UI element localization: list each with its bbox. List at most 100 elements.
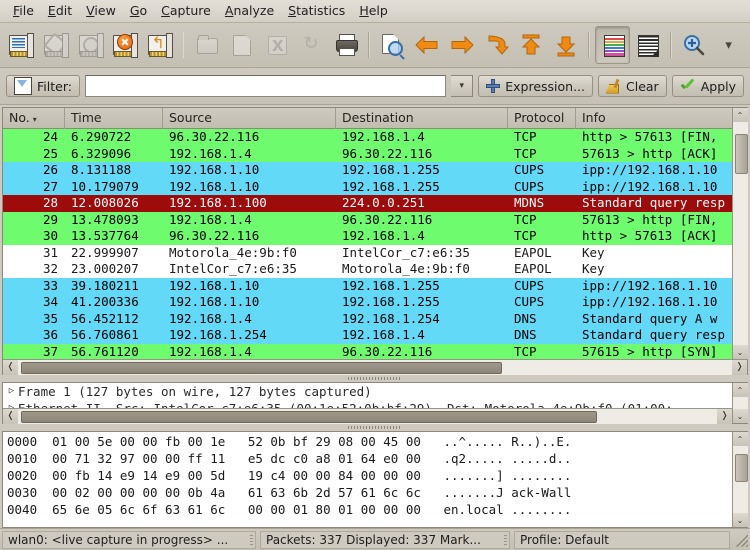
packet-details-vscrollbar[interactable]: ⌃ ⌄	[732, 383, 748, 423]
table-row[interactable]: 32 23.000207 IntelCor_c7:e6:35 Motorola_4e:…	[3, 261, 732, 278]
vscroll-track[interactable]	[732, 446, 748, 513]
table-row[interactable]: 29 13.478093 192.168.1.4 96.30.22.116 TCP 576…	[3, 211, 732, 228]
table-row[interactable]: 34 41.200336 192.168.1.10 192.168.1.255 CUPS…	[3, 294, 732, 311]
reload-file-button[interactable]: ↻	[294, 26, 329, 64]
column-header-source[interactable]: Source	[163, 108, 336, 129]
hscroll-track[interactable]	[18, 408, 717, 424]
scroll-right-button[interactable]: ❭	[717, 408, 732, 424]
start-capture-button[interactable]	[73, 26, 108, 64]
menu-item-go[interactable]: Go	[123, 1, 154, 21]
print-button[interactable]	[328, 26, 363, 64]
detail-row[interactable]: ▷ Frame 1 (127 bytes on wire, 127 bytes c…	[3, 383, 732, 400]
list-interfaces-button[interactable]	[4, 26, 39, 64]
status-capture-cell[interactable]: wlan0: <live capture in progress> ...	[2, 530, 256, 549]
packet-list-vscrollbar[interactable]: ⌃ ⌄	[732, 108, 748, 359]
scroll-up-button[interactable]: ⌃	[732, 383, 748, 397]
zoom-in-button[interactable]	[677, 26, 712, 64]
vscroll-thumb[interactable]	[734, 454, 748, 482]
filter-button[interactable]: Filter:	[6, 75, 80, 97]
filter-input[interactable]	[85, 76, 446, 96]
menu-item-analyze[interactable]: Analyze	[218, 1, 281, 21]
cell-destination: 96.30.22.116	[342, 343, 433, 359]
sort-indicator-icon: ▾	[32, 114, 37, 124]
vscroll-track[interactable]	[732, 397, 748, 409]
restart-capture-button[interactable]: ↰	[143, 26, 178, 64]
hscroll-track[interactable]	[18, 359, 732, 375]
menu-item-view[interactable]: View	[79, 1, 123, 21]
hexdump-row[interactable]: 0040 65 6e 05 6c 6f 63 61 6c 00 00 01 80…	[3, 501, 732, 518]
auto-scroll-live-button[interactable]	[630, 26, 665, 64]
menu-item-capture[interactable]: Capture	[154, 1, 218, 21]
column-header-protocol[interactable]: Protocol	[508, 108, 576, 129]
filter-input-wrap[interactable]	[84, 75, 447, 97]
go-forward-button[interactable]	[444, 26, 479, 64]
packet-list-hscrollbar[interactable]: ❬ ❭	[3, 359, 747, 375]
table-row[interactable]: 31 22.999907 Motorola_4e:9b:f0 IntelCor_c7:…	[3, 244, 732, 261]
hexdump-row[interactable]: 0030 00 02 00 00 00 00 0b 4a 61 63 6b 2d…	[3, 484, 732, 501]
vscroll-thumb[interactable]	[734, 134, 748, 174]
go-last-packet-button[interactable]	[548, 26, 583, 64]
cell-destination: 96.30.22.116	[342, 145, 433, 161]
column-header-no[interactable]: No. ▾	[3, 108, 65, 129]
status-profile-cell[interactable]: Profile: Default	[514, 530, 730, 549]
scroll-down-button[interactable]: ⌄	[732, 513, 748, 527]
clear-filter-button[interactable]: Clear	[598, 75, 667, 97]
apply-filter-button[interactable]: Apply	[671, 75, 744, 97]
vscroll-track[interactable]	[732, 122, 748, 345]
menu-item-edit[interactable]: Edit	[41, 1, 79, 21]
hscroll-thumb[interactable]	[21, 410, 597, 423]
detail-row[interactable]: ▷Ethernet II, Src: IntelCor_c7:e6:35 (00…	[3, 400, 732, 408]
column-header-info[interactable]: Info	[576, 108, 732, 129]
pane-splitter-bottom[interactable]	[0, 424, 750, 431]
open-file-button[interactable]	[189, 26, 224, 64]
table-row[interactable]: 25 6.329096 192.168.1.4 96.30.22.116 TCP 5761…	[3, 145, 732, 162]
expander-triangle-icon[interactable]: ▷	[5, 400, 18, 408]
cell-destination: Motorola_4e:9b:f0	[342, 261, 470, 276]
table-row[interactable]: 33 39.180211 192.168.1.10 192.168.1.255 CUPS…	[3, 277, 732, 294]
scroll-up-button[interactable]: ⌃	[732, 108, 748, 122]
table-row[interactable]: 30 13.537764 96.30.22.116 192.168.1.4 TCP htt…	[3, 228, 732, 245]
filter-history-dropdown[interactable]: ▾	[451, 75, 474, 97]
table-row[interactable]: 24 6.290722 96.30.22.116 192.168.1.4 TCP http…	[3, 129, 732, 146]
table-row[interactable]: 26 8.131188 192.168.1.10 192.168.1.255 CUPS i…	[3, 162, 732, 179]
toolbar-overflow-button[interactable]: ▾	[711, 26, 746, 64]
window-resize-grip[interactable]	[734, 532, 748, 547]
column-header-destination[interactable]: Destination	[336, 108, 508, 129]
packet-details-hscrollbar[interactable]: ❬ ❭	[3, 408, 732, 424]
cell-protocol: DNS	[514, 310, 537, 326]
table-row[interactable]: 35 56.452112 192.168.1.4 192.168.1.254 DNS St…	[3, 310, 732, 327]
go-to-packet-button[interactable]	[479, 26, 514, 64]
scroll-down-button[interactable]: ⌄	[732, 345, 748, 359]
capture-options-button[interactable]	[39, 26, 74, 64]
scroll-left-button[interactable]: ❬	[3, 408, 18, 424]
scroll-up-button[interactable]: ⌃	[732, 432, 748, 446]
status-packets-cell[interactable]: Packets: 337 Displayed: 337 Mark...	[260, 530, 510, 549]
find-packet-button[interactable]	[375, 26, 410, 64]
close-file-button[interactable]: X	[259, 26, 294, 64]
menu-item-file[interactable]: File	[6, 1, 41, 21]
table-row[interactable]: 27 10.179079 192.168.1.10 192.168.1.255 CUPS…	[3, 178, 732, 195]
go-back-button[interactable]	[410, 26, 445, 64]
scroll-down-button[interactable]: ⌄	[732, 409, 748, 423]
table-row[interactable]: 36 56.760861 192.168.1.254 192.168.1.4 DNS St…	[3, 327, 732, 344]
hscroll-thumb[interactable]	[21, 361, 502, 374]
close-x-icon: X	[264, 33, 288, 57]
go-first-packet-button[interactable]	[514, 26, 549, 64]
column-header-time[interactable]: Time	[65, 108, 163, 129]
scroll-right-button[interactable]: ❭	[732, 359, 747, 375]
menu-item-statistics[interactable]: Statistics	[281, 1, 352, 21]
expander-triangle-icon[interactable]: ▷	[5, 383, 18, 400]
stop-capture-button[interactable]	[108, 26, 143, 64]
expression-button[interactable]: Expression...	[478, 75, 593, 97]
colorize-packets-button[interactable]	[595, 26, 630, 64]
table-row[interactable]: 28 12.008026 192.168.1.100 224.0.0.251 MDNS S…	[3, 195, 732, 212]
packet-bytes-vscrollbar[interactable]: ⌃ ⌄	[732, 432, 748, 527]
hexdump-row[interactable]: 0020 00 fb 14 e9 14 e9 00 5d 19 c4 00 00…	[3, 467, 732, 484]
scroll-left-button[interactable]: ❬	[3, 359, 18, 375]
hexdump-row[interactable]: 0010 00 71 32 97 00 00 ff 11 e5 dc c0 a8…	[3, 450, 732, 467]
hexdump-row[interactable]: 0000 01 00 5e 00 00 fb 00 1e 52 0b bf 29…	[3, 433, 732, 450]
table-row[interactable]: 37 56.761120 192.168.1.4 96.30.22.116 TCP 576…	[3, 343, 732, 359]
pane-splitter-top[interactable]	[0, 375, 750, 382]
save-file-button[interactable]	[224, 26, 259, 64]
menu-item-help[interactable]: Help	[352, 1, 395, 21]
